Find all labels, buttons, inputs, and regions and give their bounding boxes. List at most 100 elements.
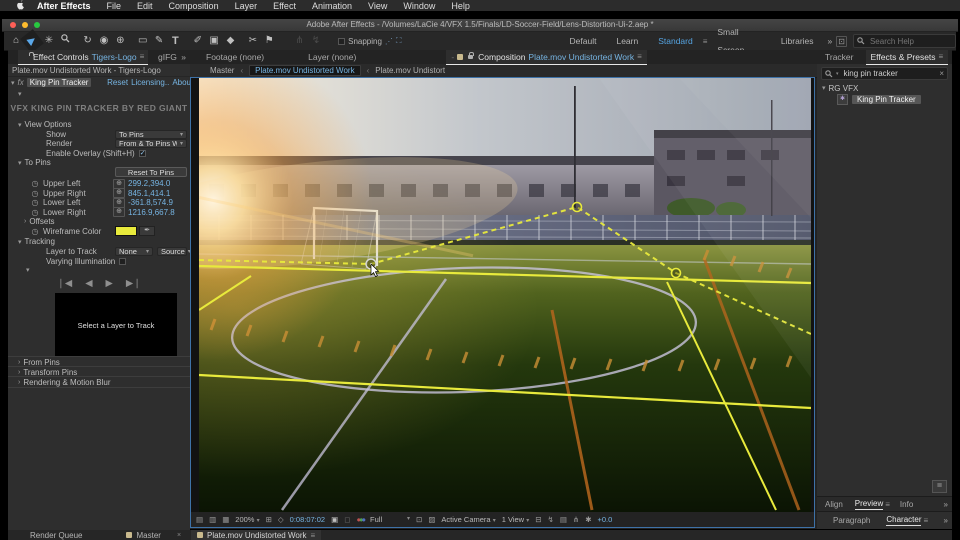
close-window-button[interactable] [10,22,16,28]
menu-help[interactable]: Help [443,1,478,11]
panel-menu-icon[interactable]: ≡ [310,531,315,540]
track-backward-button[interactable]: ◀ [85,278,92,289]
close-tab-icon[interactable]: × [177,532,181,539]
breadcrumb-current[interactable]: Plate.mov Undistorted Work [249,65,360,76]
offsets-twirl-icon[interactable]: › [24,218,26,225]
tab-composition[interactable]: - Composition Plate.mov Undistorted Work… [446,50,646,65]
camera-view-popup[interactable]: Active Camera ▾ [441,515,495,524]
snapshot-camera-icon[interactable]: ▣ [331,515,338,524]
help-search-input[interactable] [868,36,952,47]
tracker-twirl-icon[interactable]: ▾ [26,266,30,274]
pin-target-icon[interactable]: ⊕ [113,198,125,208]
menu-composition[interactable]: Composition [161,1,227,11]
track-source-dropdown[interactable]: Source▾ [157,247,187,256]
tab-render-queue[interactable]: Render Queue [30,531,82,540]
pen-tool-icon[interactable]: ✎ [151,32,167,50]
tab-other-panel[interactable]: gIFG [158,52,177,62]
clone-stamp-tool-icon[interactable]: ▣ [206,32,222,50]
breadcrumb-child[interactable]: Plate.mov Undistort [375,66,445,75]
effect-reset-link[interactable]: Reset [107,78,128,87]
transparency-grid-icon[interactable]: ▨ [428,515,435,524]
zoom-window-button[interactable] [34,22,40,28]
layer-to-track-dropdown[interactable]: None▾ [115,247,153,256]
apple-menu-icon[interactable] [0,0,29,12]
pin-lower-left-value[interactable]: -361.8,574.9 [128,198,173,207]
to-pin-top[interactable] [573,203,582,212]
mask-visibility-icon[interactable]: ◇ [278,515,284,524]
timeline-button-icon[interactable]: ▤ [560,515,567,524]
panel-menu-icon[interactable]: ≡ [885,500,890,509]
stopwatch-icon[interactable]: ◷ [30,198,40,207]
panel-grabber-icon[interactable]: ≣ [932,480,947,493]
tracking-twirl-icon[interactable]: ▾ [18,238,22,246]
minimize-window-button[interactable] [22,22,28,28]
effects-search-input[interactable] [842,68,932,79]
tab-paragraph[interactable]: Paragraph [833,516,870,525]
zoom-tool-icon[interactable] [57,32,73,50]
pin-lower-right-value[interactable]: 1216.9,667.8 [128,208,175,217]
breadcrumb-master[interactable]: Master [210,66,234,75]
varying-illumination-checkbox[interactable] [119,258,126,265]
pixel-aspect-icon[interactable]: ⊟ [535,515,541,524]
region-of-interest-icon[interactable]: ⊡ [416,515,422,524]
show-snapshot-icon[interactable]: ◻ [344,515,350,524]
wireframe-color-swatch[interactable] [115,226,137,236]
tab-character[interactable]: Character [886,515,921,526]
workspace-libraries[interactable]: Libraries [771,32,824,50]
fast-previews-icon[interactable]: ↯ [548,515,554,524]
to-pins-twirl-icon[interactable]: ▾ [18,159,22,167]
pin-target-icon[interactable]: ⊕ [113,207,125,217]
tab-preview[interactable]: Preview [855,499,883,510]
workspace-default[interactable]: Default [560,32,607,50]
rgvfx-twirl-icon[interactable]: ▾ [822,84,826,92]
current-timecode[interactable]: 0:08:07:02 [290,515,325,524]
exposure-value[interactable]: +0.0 [598,515,613,524]
pin-upper-left-value[interactable]: 299.2,394.0 [128,179,170,188]
tab-layer[interactable]: Layer (none) [308,52,356,62]
track-step-back-button[interactable]: ❘◀ [57,278,72,289]
camera-tool-icon[interactable]: ◉ [96,32,112,50]
menu-edit[interactable]: Edit [129,1,161,11]
tab-tracker[interactable]: Tracker [825,52,854,62]
pin-target-icon[interactable]: ⊕ [113,179,125,189]
menu-animation[interactable]: Animation [304,1,360,11]
snap-options-icon[interactable]: ⋰ [385,37,393,46]
channel-settings-icon[interactable]: ●●● [356,515,364,524]
custom-ui-twirl-icon[interactable]: ▾ [18,90,22,98]
menu-layer[interactable]: Layer [227,1,266,11]
render-dropdown[interactable]: From & To Pins War▾ [115,139,187,148]
flowchart-icon[interactable]: ⋔ [573,515,579,524]
pin-target-icon[interactable]: ⊕ [113,188,125,198]
workspace-learn[interactable]: Learn [606,32,648,50]
brush-tool-icon[interactable]: ✐ [190,32,206,50]
rotate-tool-icon[interactable]: ↻ [79,32,95,50]
snapping-checkbox[interactable] [338,38,345,45]
main-viewer-icon[interactable]: ▥ [209,515,216,524]
stopwatch-icon[interactable]: ◷ [30,179,40,188]
panel-menu-icon[interactable]: ≡ [939,52,944,61]
roto-brush-tool-icon[interactable]: ✂ [245,32,261,50]
composition-viewport[interactable] [199,78,811,512]
tab-timeline-master[interactable]: Master [126,531,160,540]
pin-upper-right-value[interactable]: 845.1,414.1 [128,189,170,198]
view-layout-popup[interactable]: 1 View ▾ [502,515,530,524]
tab-footage[interactable]: Footage (none) [206,52,264,62]
reset-to-pins-button[interactable]: Reset To Pins [115,167,187,177]
track-step-forward-button[interactable]: ▶❘ [126,278,141,289]
panel-menu-icon[interactable]: ≡ [637,52,642,61]
panel-overflow-chevron[interactable]: » [944,500,948,509]
enable-overlay-checkbox[interactable] [139,150,146,157]
workspace-standard[interactable]: Standard [648,32,703,50]
puppet-pin-tool-icon[interactable]: ⚑ [261,32,277,50]
search-options-chevron[interactable]: ▾ [836,71,839,77]
effect-twirl-icon[interactable]: ▾ [11,79,15,87]
tab-effect-controls[interactable]: Effect Controls Tigers-Logo ≡ [18,50,148,65]
effects-search-box[interactable]: ▾ × [821,67,948,80]
stopwatch-icon[interactable]: ◷ [30,208,40,217]
tab-timeline-comp[interactable]: Plate.mov Undistorted Work ≡ [191,530,321,540]
clear-search-icon[interactable]: × [939,69,944,78]
panel-menu-icon[interactable]: ≡ [140,52,145,61]
type-tool-icon[interactable]: T [167,32,183,50]
menu-file[interactable]: File [99,1,130,11]
grid-options-icon[interactable]: ⊞ [266,515,272,524]
